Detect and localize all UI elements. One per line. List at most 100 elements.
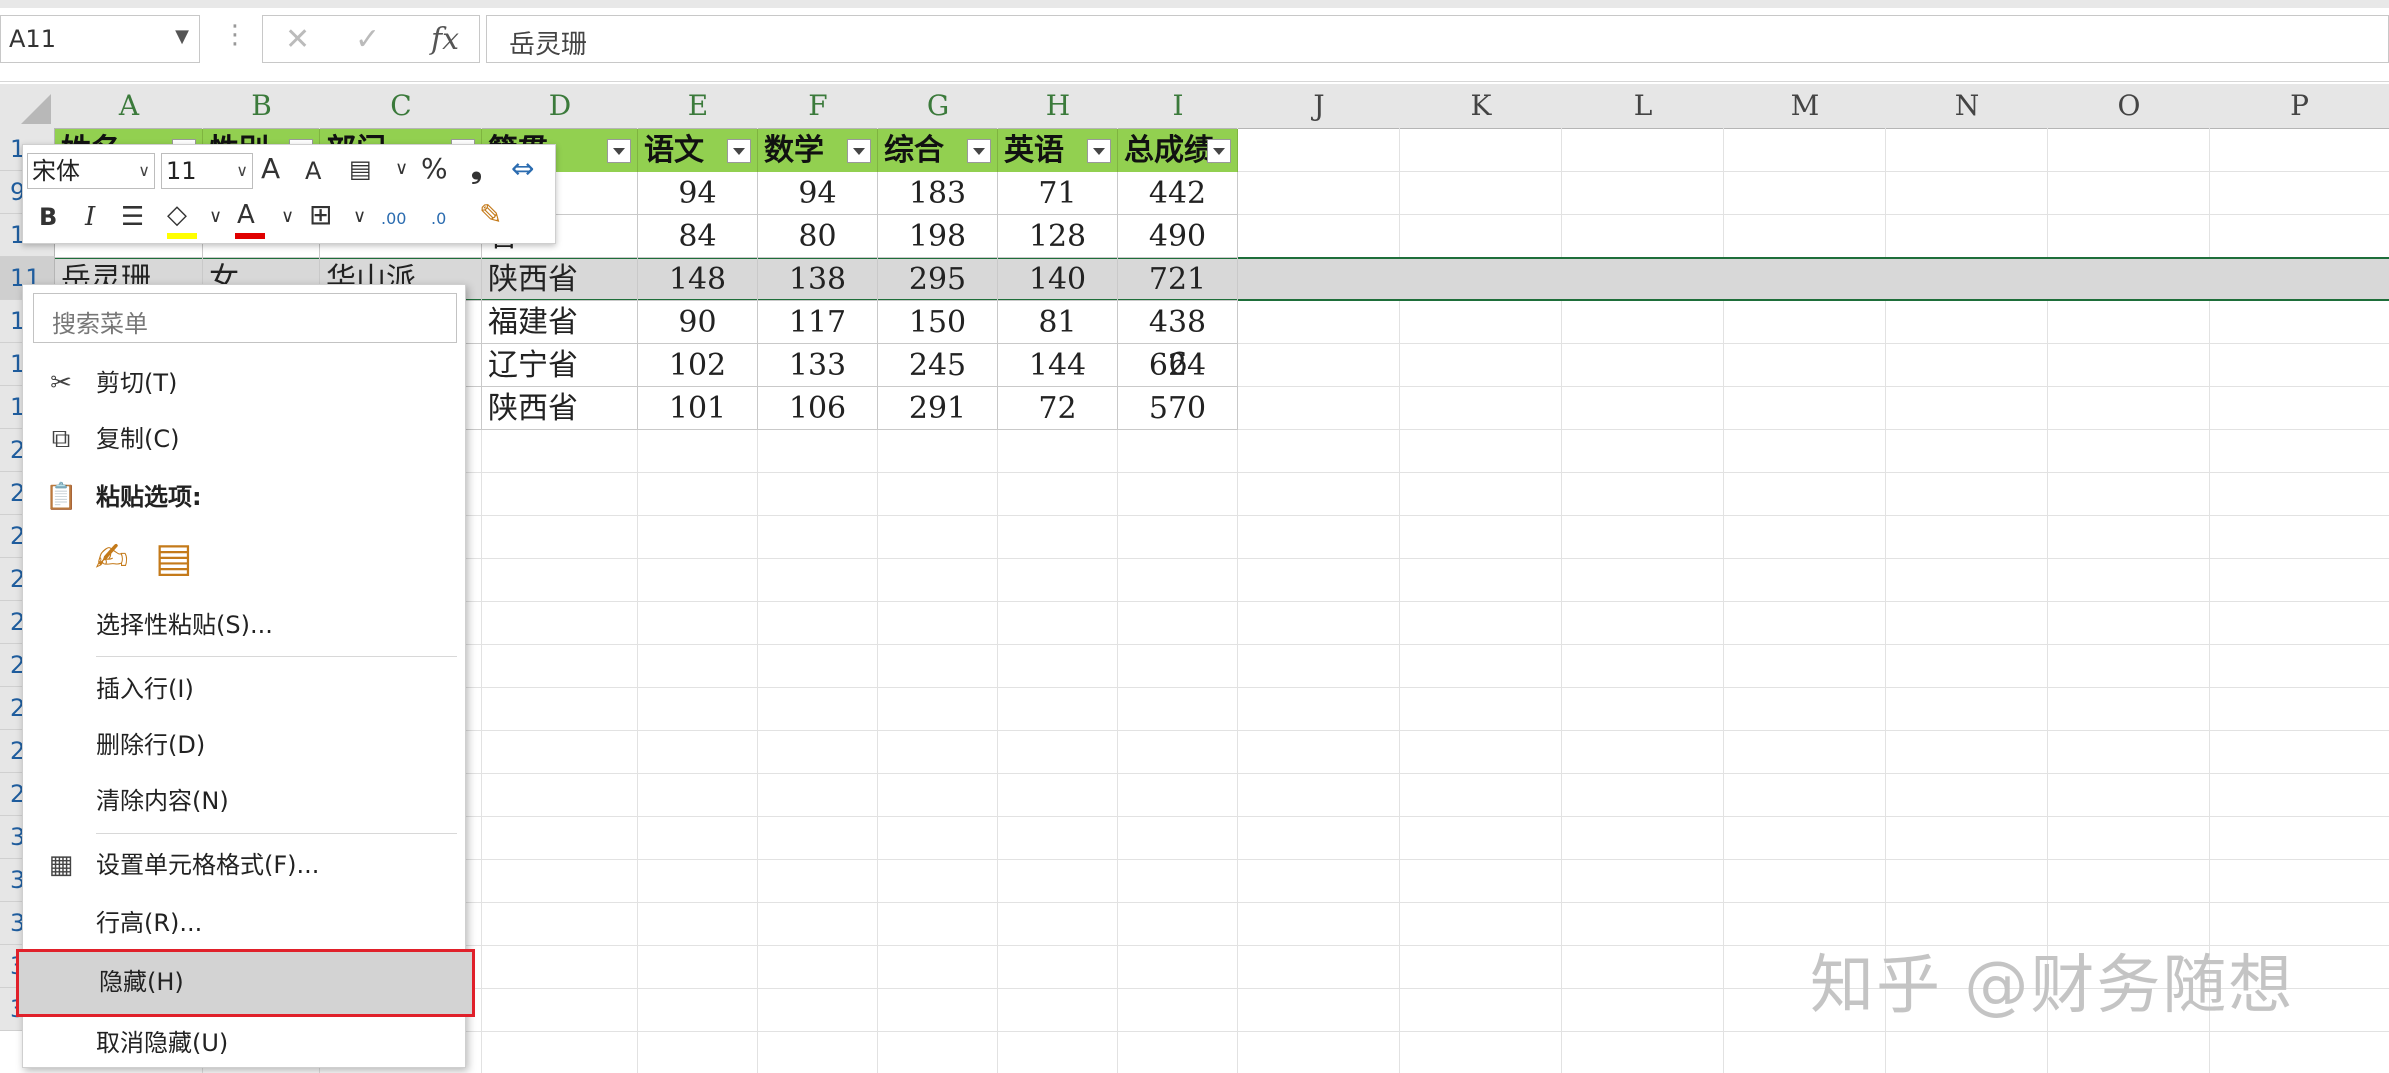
count-cell[interactable]: 6 (1118, 343, 1238, 386)
table-cell[interactable]: 80 (758, 215, 878, 258)
table-cell[interactable]: 150 (878, 301, 998, 344)
format-painter-icon[interactable]: ✎ (479, 197, 502, 233)
wrap-text-icon[interactable]: ⇔ (511, 151, 534, 187)
table-cell[interactable]: 721 (1118, 258, 1238, 301)
menu-item-hide[interactable]: 隐藏(H) (16, 949, 475, 1017)
table-cell[interactable]: 71 (998, 172, 1118, 215)
table-cell[interactable]: 102 (638, 344, 758, 387)
filter-dropdown-icon[interactable] (727, 139, 751, 163)
column-header-n[interactable]: N (1886, 84, 2049, 129)
align-center-icon[interactable]: ☰ (121, 199, 144, 235)
more-vertical-icon[interactable]: ⋮ (222, 20, 248, 50)
menu-item-copy[interactable]: ⧉ 复制(C) (23, 413, 467, 465)
column-header-e[interactable]: E (638, 84, 759, 129)
header-cell[interactable]: 语文 (638, 129, 758, 172)
table-cell[interactable]: 144 (998, 344, 1118, 387)
table-cell[interactable]: 81 (998, 301, 1118, 344)
menu-item-clear-contents[interactable]: 清除内容(N) (23, 775, 467, 827)
format-style-icon[interactable]: ▤ (349, 151, 372, 187)
table-cell[interactable]: 128 (998, 215, 1118, 258)
filter-dropdown-icon[interactable] (607, 139, 631, 163)
menu-item-unhide[interactable]: 取消隐藏(U) (23, 1017, 467, 1069)
menu-item-row-height[interactable]: 行高(R)... (23, 897, 467, 949)
table-cell[interactable]: 72 (998, 387, 1118, 430)
header-cell[interactable]: 数学 (758, 129, 878, 172)
font-color-icon[interactable]: A (237, 197, 255, 233)
header-cell[interactable]: 英语 (998, 129, 1118, 172)
menu-item-cut[interactable]: ✂ 剪切(T) (23, 357, 467, 409)
shrink-font-icon[interactable]: A (305, 153, 321, 189)
paste-formatting-icon[interactable]: ✍ (95, 535, 129, 581)
italic-button[interactable]: I (85, 199, 95, 235)
grow-font-icon[interactable]: A (261, 151, 280, 187)
increase-decimal-icon[interactable]: .00 (381, 201, 406, 237)
table-cell[interactable]: 94 (638, 172, 758, 215)
table-cell[interactable]: 84 (638, 215, 758, 258)
formula-input[interactable]: 岳灵珊 (486, 15, 2389, 63)
percent-icon[interactable]: % (421, 151, 448, 187)
table-cell[interactable]: 117 (758, 301, 878, 344)
column-header-p[interactable]: P (2210, 84, 2389, 129)
table-cell[interactable]: 570 (1118, 387, 1238, 430)
column-header-d[interactable]: D (482, 84, 639, 129)
column-header-b[interactable]: B (203, 84, 321, 129)
chevron-down-icon[interactable]: ∨ (281, 199, 294, 235)
comma-style-icon[interactable]: ❟ (471, 151, 482, 187)
column-header-i[interactable]: I (1118, 84, 1239, 129)
column-header-g[interactable]: G (878, 84, 999, 129)
column-header-j[interactable]: J (1238, 84, 1401, 129)
table-cell[interactable]: 90 (638, 301, 758, 344)
column-header-h[interactable]: H (998, 84, 1119, 129)
table-cell[interactable]: 辽宁省 (482, 344, 638, 387)
column-header-o[interactable]: O (2048, 84, 2211, 129)
table-cell[interactable]: 140 (998, 258, 1118, 301)
table-cell[interactable]: 106 (758, 387, 878, 430)
paste-icon[interactable]: ▤ (155, 535, 193, 581)
column-header-m[interactable]: M (1724, 84, 1887, 129)
table-cell[interactable]: 133 (758, 344, 878, 387)
table-cell[interactable]: 101 (638, 387, 758, 430)
column-header-l[interactable]: L (1562, 84, 1725, 129)
cancel-icon[interactable]: ✕ (285, 22, 310, 57)
column-header-a[interactable]: A (55, 84, 204, 129)
menu-item-insert-row[interactable]: 插入行(I) (23, 663, 467, 715)
table-cell[interactable]: 福建省 (482, 301, 638, 344)
borders-icon[interactable]: ⊞ (309, 197, 332, 233)
name-box[interactable]: A11 ▼ (0, 15, 200, 63)
menu-item-delete-row[interactable]: 删除行(D) (23, 719, 467, 771)
table-cell[interactable]: 291 (878, 387, 998, 430)
filter-dropdown-icon[interactable] (967, 139, 991, 163)
column-header-k[interactable]: K (1400, 84, 1563, 129)
select-all-corner[interactable] (0, 84, 56, 129)
table-cell[interactable]: 490 (1118, 215, 1238, 258)
decrease-decimal-icon[interactable]: .0 (431, 201, 446, 237)
search-menu-input[interactable]: 搜索菜单 (33, 293, 457, 343)
table-cell[interactable]: 295 (878, 258, 998, 301)
table-cell[interactable]: 94 (758, 172, 878, 215)
chevron-down-icon[interactable]: ▼ (175, 26, 189, 47)
fill-color-icon[interactable]: ◇ (167, 197, 187, 233)
table-cell[interactable]: 438 (1118, 301, 1238, 344)
table-cell[interactable]: 183 (878, 172, 998, 215)
table-cell[interactable]: 442 (1118, 172, 1238, 215)
menu-item-format-cells[interactable]: ▦ 设置单元格格式(F)... (23, 839, 467, 891)
column-header-f[interactable]: F (758, 84, 879, 129)
menu-item-paste-special[interactable]: 选择性粘贴(S)... (23, 599, 467, 651)
table-cell[interactable]: 245 (878, 344, 998, 387)
chevron-down-icon[interactable]: ∨ (209, 199, 222, 235)
filter-dropdown-icon[interactable] (847, 139, 871, 163)
header-cell[interactable]: 总成绩 (1118, 129, 1238, 172)
table-cell[interactable]: 陕西省 (482, 258, 638, 301)
filter-dropdown-icon[interactable] (1087, 139, 1111, 163)
chevron-down-icon[interactable]: ∨ (395, 151, 408, 187)
table-cell[interactable]: 198 (878, 215, 998, 258)
font-name-select[interactable]: 宋体 ∨ (27, 153, 155, 189)
enter-check-icon[interactable]: ✓ (355, 22, 380, 57)
font-size-select[interactable]: 11 ∨ (161, 153, 253, 189)
filter-dropdown-icon[interactable] (1207, 139, 1231, 163)
header-cell[interactable]: 综合 (878, 129, 998, 172)
table-cell[interactable]: 148 (638, 258, 758, 301)
insert-function-button[interactable]: fx (431, 22, 459, 57)
chevron-down-icon[interactable]: ∨ (353, 199, 366, 235)
table-cell[interactable]: 陕西省 (482, 387, 638, 430)
